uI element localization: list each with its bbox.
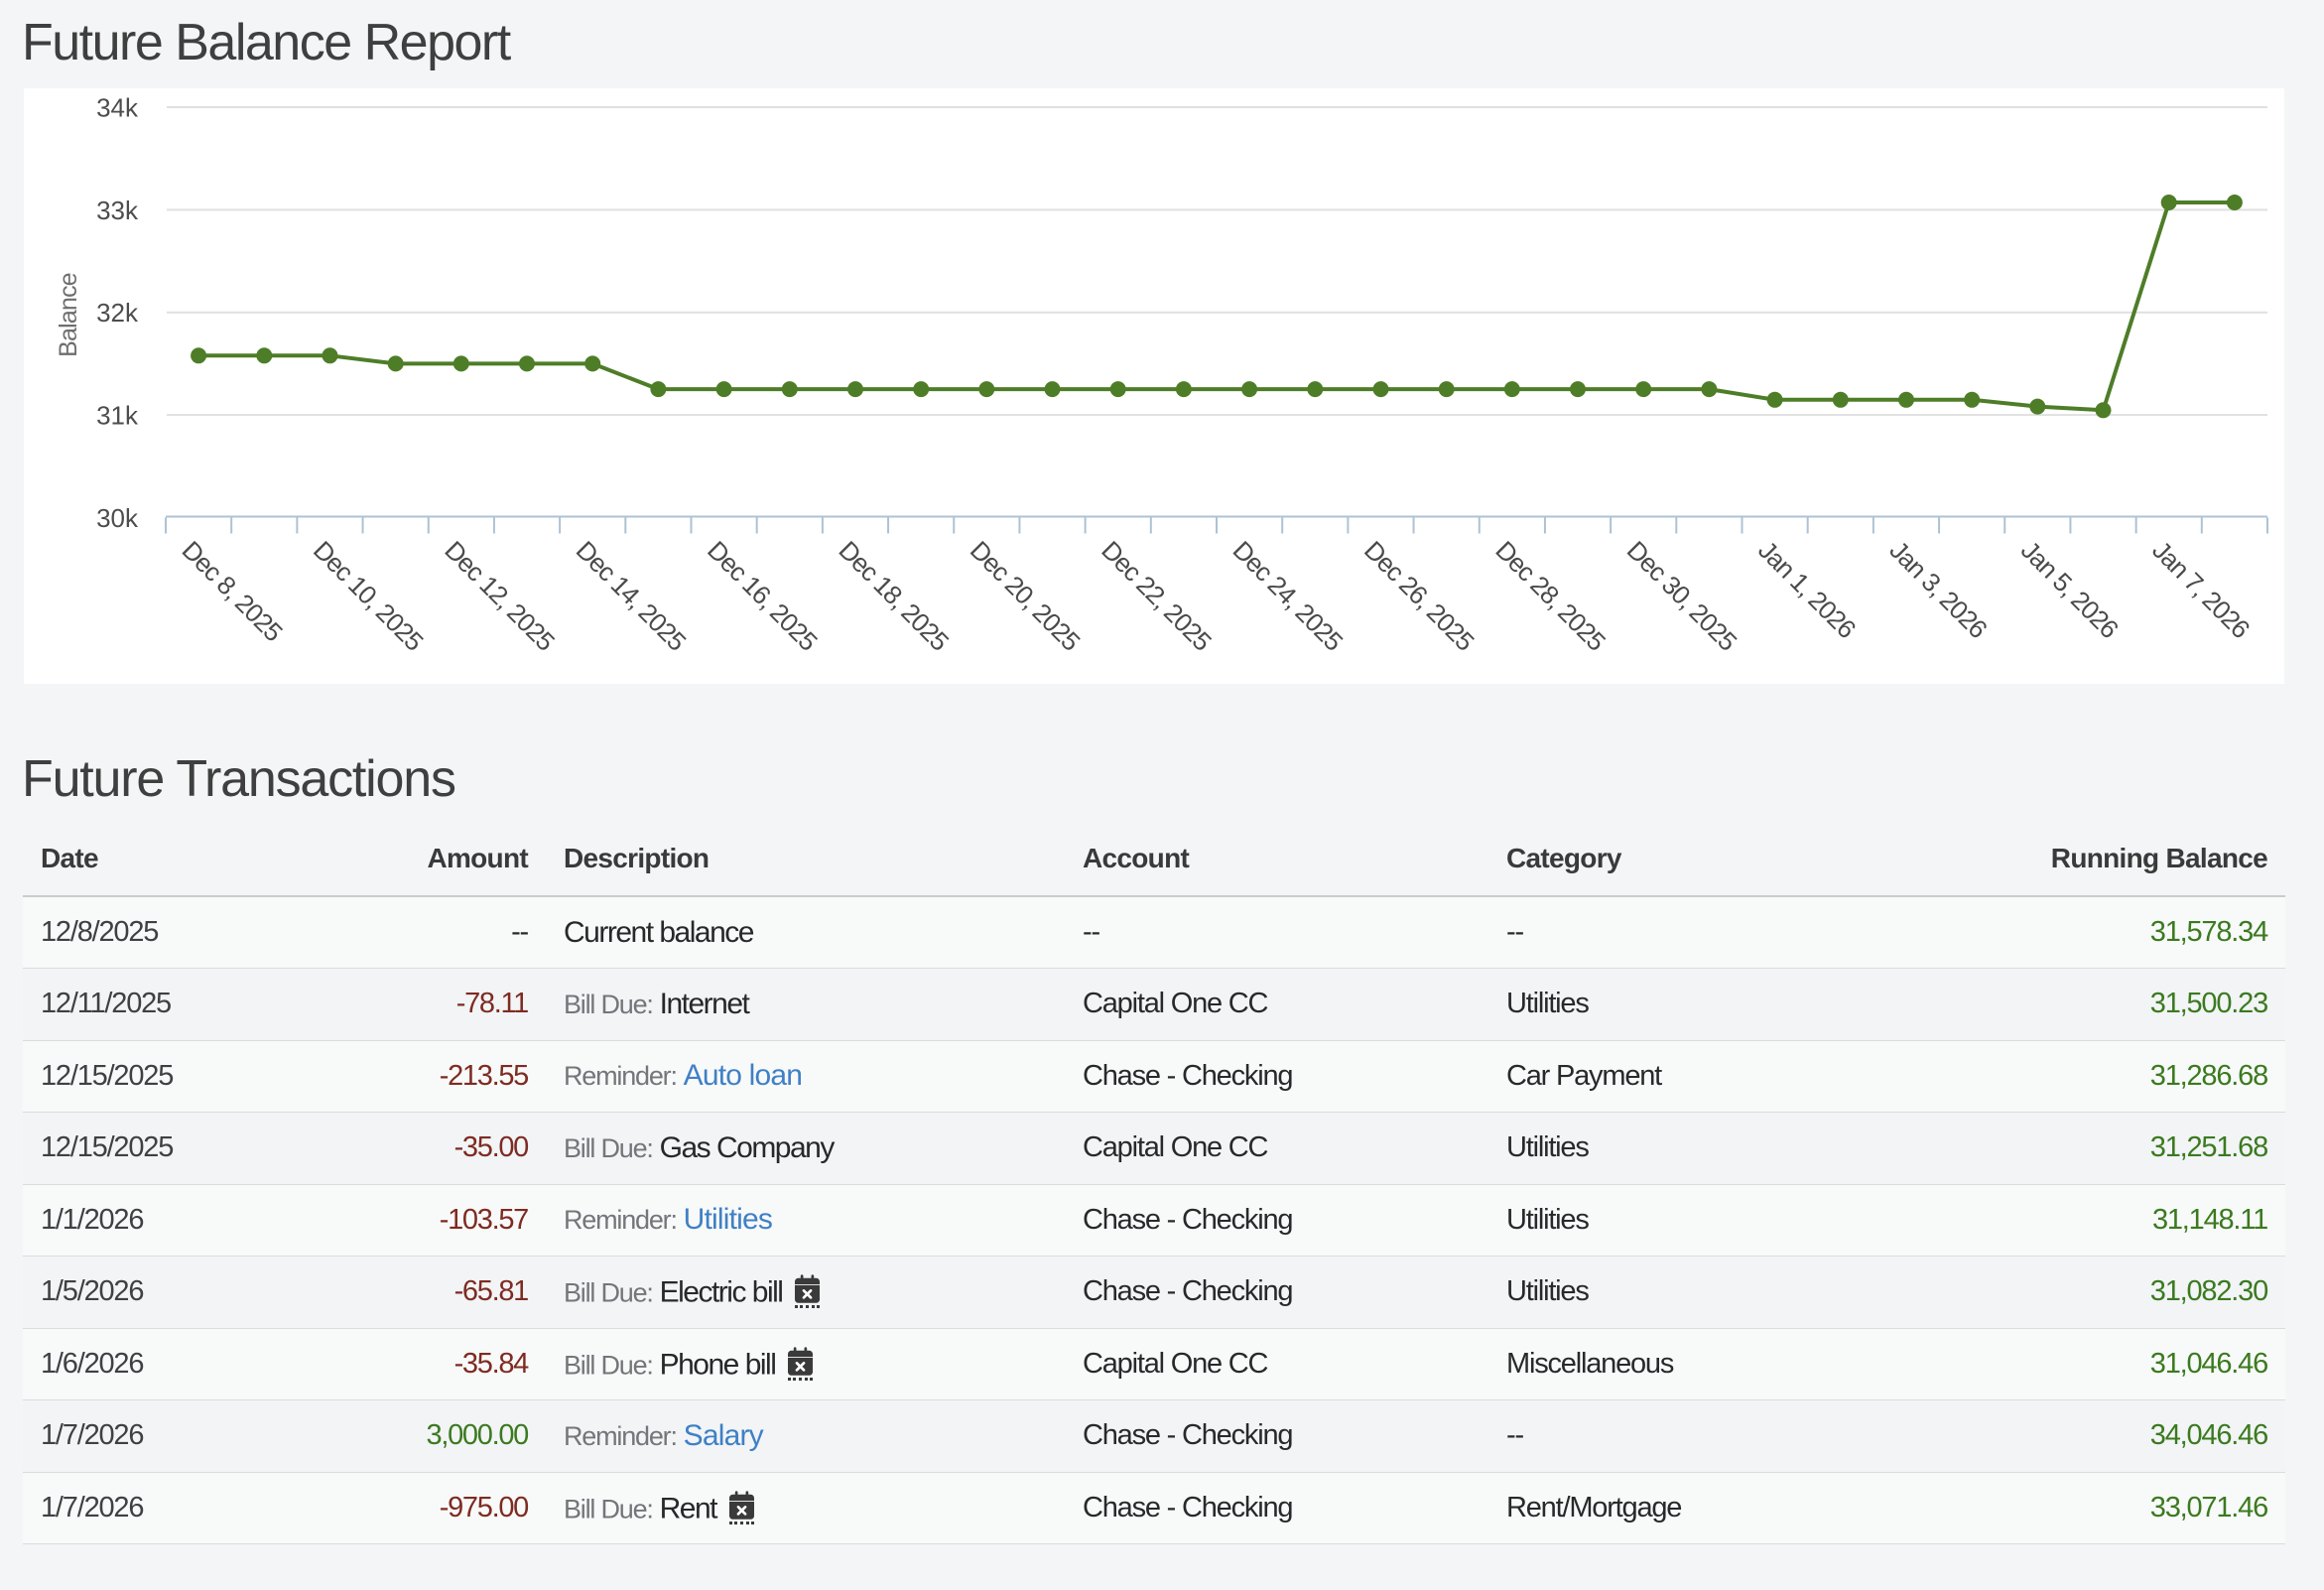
svg-text:Dec 20, 2025: Dec 20, 2025	[965, 535, 1086, 656]
svg-text:Dec 24, 2025: Dec 24, 2025	[1227, 535, 1349, 656]
svg-text:Dec 14, 2025: Dec 14, 2025	[571, 535, 692, 656]
svg-text:Dec 12, 2025: Dec 12, 2025	[439, 535, 560, 656]
svg-text:Dec 16, 2025: Dec 16, 2025	[702, 535, 823, 656]
svg-text:34k: 34k	[96, 93, 139, 123]
svg-text:33k: 33k	[96, 196, 139, 225]
svg-text:32k: 32k	[96, 298, 139, 328]
svg-text:Dec 22, 2025: Dec 22, 2025	[1096, 535, 1217, 656]
svg-text:Dec 28, 2025: Dec 28, 2025	[1489, 535, 1611, 656]
svg-text:Jan 7, 2026: Jan 7, 2026	[2146, 535, 2256, 644]
svg-text:Balance: Balance	[55, 273, 82, 357]
svg-text:Dec 18, 2025: Dec 18, 2025	[834, 535, 955, 656]
svg-text:Dec 10, 2025: Dec 10, 2025	[308, 535, 429, 656]
svg-text:Jan 1, 2026: Jan 1, 2026	[1752, 535, 1862, 644]
svg-text:Jan 5, 2026: Jan 5, 2026	[2015, 535, 2125, 644]
svg-text:Jan 3, 2026: Jan 3, 2026	[1884, 535, 1994, 644]
svg-text:30k: 30k	[96, 503, 139, 533]
svg-text:Dec 26, 2025: Dec 26, 2025	[1358, 535, 1480, 656]
svg-text:Dec 30, 2025: Dec 30, 2025	[1621, 535, 1743, 656]
svg-text:31k: 31k	[96, 401, 139, 431]
svg-text:Dec 8, 2025: Dec 8, 2025	[177, 535, 289, 647]
